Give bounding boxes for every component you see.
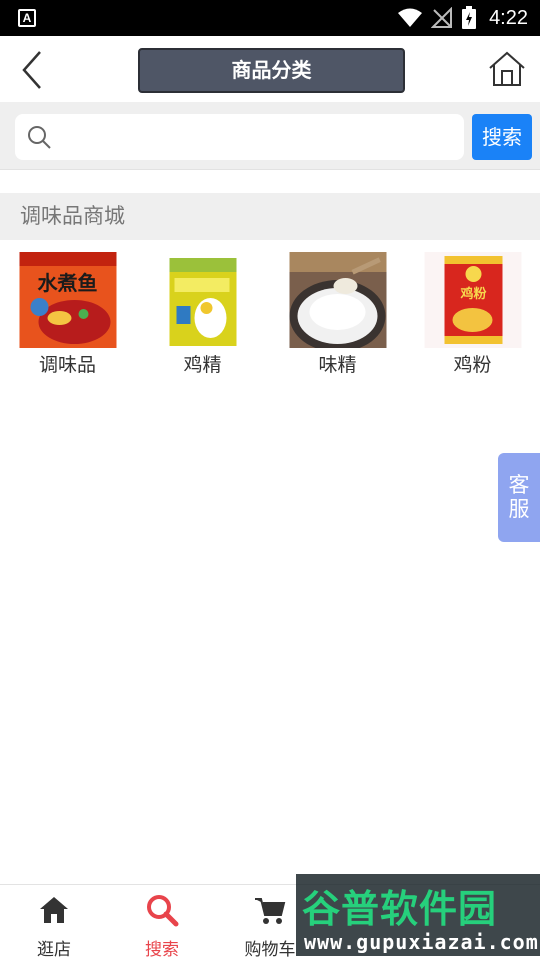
app-notification-icon: A (18, 9, 36, 27)
search-icon (147, 895, 179, 927)
category-grid: 水煮鱼 调味品 鸡精 味精 鸡粉 鸡粉 (0, 252, 540, 382)
battery-charging-icon (462, 6, 477, 29)
watermark-title: 谷普软件园 (302, 887, 498, 931)
home-icon (40, 897, 68, 923)
search-bar: 搜索 (0, 102, 540, 170)
tab-search[interactable]: 搜索 (108, 885, 216, 961)
tab-shop[interactable]: 逛店 (0, 885, 108, 961)
chevron-left-icon (22, 51, 41, 89)
chicken-can-text: 鸡粉 (459, 286, 486, 302)
clock: 4:22 (489, 6, 528, 29)
status-icons: 4:22 (397, 0, 528, 36)
tab-label: 搜索 (145, 940, 179, 960)
customer-service-button[interactable]: 客 服 (498, 453, 540, 542)
chicken-powder-can-image: 鸡粉 (424, 252, 521, 348)
cs-label-line2: 服 (508, 497, 530, 521)
category-item-msg[interactable]: 味精 (270, 252, 405, 382)
category-item-seasoning[interactable]: 水煮鱼 调味品 (0, 252, 135, 382)
section-title: 调味品商城 (0, 193, 540, 240)
chicken-essence-bag-image (154, 252, 251, 348)
status-bar: A 4:22 (0, 0, 540, 36)
no-signal-icon (431, 7, 453, 28)
category-label: 鸡精 (183, 354, 222, 376)
home-icon (489, 51, 525, 86)
wifi-icon (398, 8, 423, 27)
search-icon (28, 126, 51, 149)
category-item-chicken-essence[interactable]: 鸡精 (135, 252, 270, 382)
navbar: 商品分类 (0, 36, 540, 102)
page-title: 商品分类 (138, 48, 405, 93)
home-button[interactable] (488, 50, 526, 88)
cs-label-line1: 客 (508, 473, 530, 497)
category-item-chicken-powder[interactable]: 鸡粉 鸡粉 (405, 252, 540, 382)
watermark-url: www.gupuxiazai.com (304, 930, 539, 954)
search-button[interactable]: 搜索 (472, 114, 532, 160)
spice-pack-text: 水煮鱼 (37, 271, 97, 295)
back-button[interactable] (14, 48, 54, 92)
category-label: 鸡粉 (453, 354, 492, 376)
spice-package-image: 水煮鱼 (19, 252, 116, 348)
msg-spoon-image (289, 252, 386, 348)
category-label: 味精 (318, 354, 357, 376)
tab-label: 逛店 (37, 940, 71, 960)
cart-icon (255, 898, 286, 924)
category-label: 调味品 (38, 354, 96, 376)
search-input[interactable] (61, 114, 456, 160)
watermark: 谷普软件园 www.gupuxiazai.com (296, 874, 540, 956)
search-field[interactable] (15, 114, 464, 160)
